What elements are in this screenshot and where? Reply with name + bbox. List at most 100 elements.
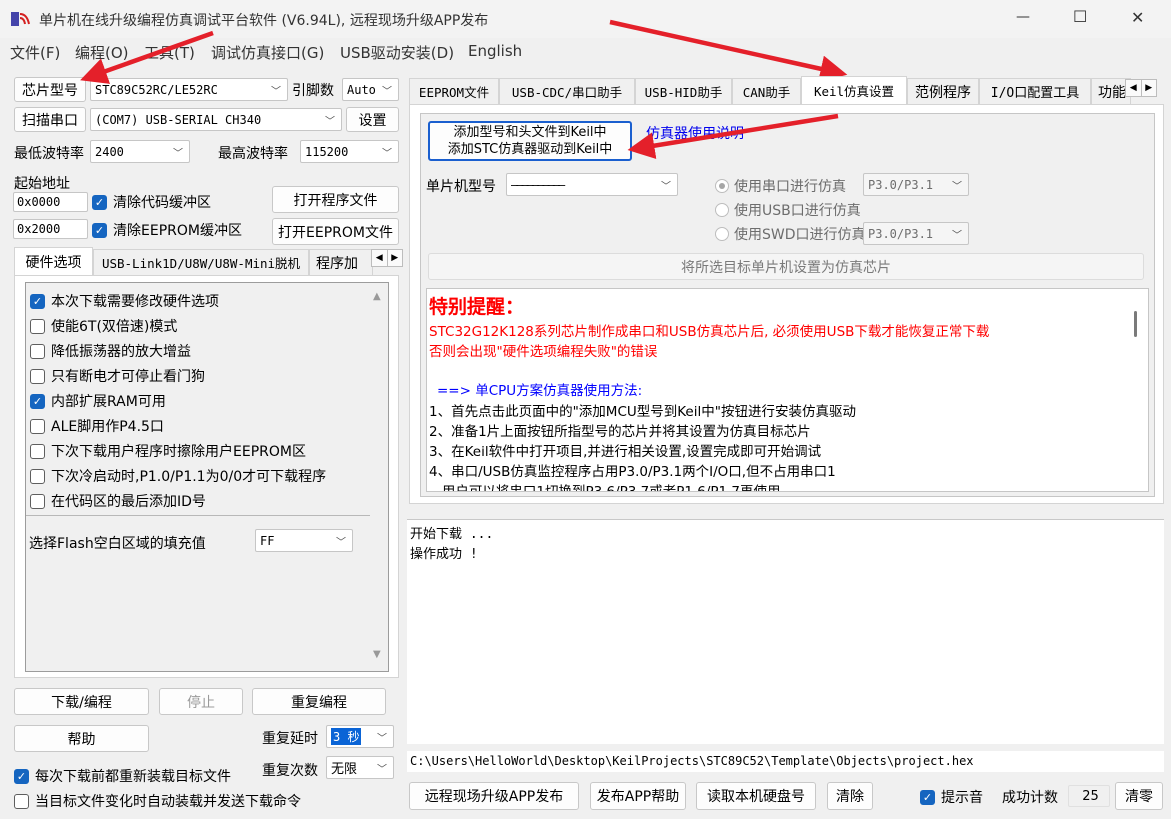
auto-reload-checkbox[interactable]: 当目标文件变化时自动装载并发送下载命令 [14,791,301,811]
scroll-left-icon[interactable]: ◀ [372,250,387,266]
mcu-model-select[interactable]: —————————— ﹀ [506,173,678,196]
menu-debug[interactable]: 调试仿真接口(G) [211,42,324,63]
log-line: 操作成功 ! [410,547,478,562]
list-scrollbar[interactable]: ▲ ▼ [368,283,388,671]
menu-tools[interactable]: 工具(T) [144,42,195,63]
clear-log-button[interactable]: 清除 [827,782,873,810]
hardware-option-item[interactable]: ALE脚用作P4.5口 [30,416,164,436]
open-eeprom-button[interactable]: 打开EEPROM文件 [272,218,399,245]
maximize-icon[interactable]: ☐ [1073,7,1087,26]
hardware-option-item[interactable]: 使能6T(双倍速)模式 [30,316,177,336]
repeat-count-select[interactable]: 无限 ﹀ [326,756,394,779]
hardware-option-item[interactable]: 下次冷启动时,P1.0/P1.1为0/0才可下载程序 [30,466,326,486]
set-emulation-chip-button[interactable]: 将所选目标单片机设置为仿真芯片 [428,253,1144,280]
tab-usb-link[interactable]: USB-Link1D/U8W/U8W-Mini脱机 [93,249,309,275]
chip-model-button[interactable]: 芯片型号 [14,77,86,102]
help-button[interactable]: 帮助 [14,725,149,752]
reset-count-button[interactable]: 清零 [1115,782,1163,810]
tab-usb-cdc[interactable]: USB-CDC/串口助手 [499,78,635,104]
hardware-option-item[interactable]: 只有断电才可停止看门狗 [30,366,205,386]
max-baud-select[interactable]: 115200 ﹀ [300,140,399,163]
stop-button[interactable]: 停止 [159,688,243,715]
hardware-options-panel: ✓ 本次下载需要修改硬件选项 使能6T(双倍速)模式 降低振荡器的放大增益 只有断电才可… [14,275,399,678]
chip-model-value: STC89C52RC/LE52RC [95,82,218,97]
tab-examples[interactable]: 范例程序 [907,78,979,104]
step-line: 1、首先点击此页面中的"添加MCU型号到Keil中"按钮进行安装仿真驱动 [429,404,856,420]
step-line: 4、串口/USB仿真监控程序占用P3.0/P3.1两个I/O口,但不占用串口1 [429,464,836,480]
minimize-icon[interactable]: — [1016,9,1030,25]
tab-can[interactable]: CAN助手 [732,78,801,104]
scroll-right-icon[interactable]: ▶ [1140,80,1157,96]
clear-eeprom-checkbox[interactable]: ✓ 清除EEPROM缓冲区 [92,220,242,240]
hardware-option-label: 在代码区的最后添加ID号 [51,494,206,510]
reload-each-checkbox[interactable]: ✓ 每次下载前都重新装载目标文件 [14,766,231,786]
notice-scrollbar-thumb[interactable] [1134,311,1137,337]
min-baud-select[interactable]: 2400 ﹀ [90,140,190,163]
port-value: (COM7) USB-SERIAL CH340 [95,112,262,127]
scroll-right-icon[interactable]: ▶ [386,250,403,266]
eeprom-address-input[interactable]: 0x2000 [13,219,88,239]
checkbox-icon [30,418,45,434]
tab-eeprom-file[interactable]: EEPROM文件 [409,78,499,104]
checkmark-icon: ✓ [30,393,45,409]
hardware-option-label: 内部扩展RAM可用 [51,394,166,410]
pin-count-select[interactable]: Auto ﹀ [342,78,399,101]
checkbox-icon [30,343,45,359]
min-baud-label: 最低波特率 [14,146,84,162]
tab-scroll-buttons[interactable]: ◀ ▶ [371,249,403,267]
hardware-option-label: 下次下载用户程序时擦除用户EEPROM区 [51,444,306,460]
repeat-delay-select[interactable]: 3 秒 ﹀ [326,725,394,748]
close-icon[interactable]: ✕ [1131,8,1144,27]
menu-program[interactable]: 编程(O) [75,42,129,63]
settings-button[interactable]: 设置 [346,107,399,132]
scroll-left-icon[interactable]: ◀ [1126,80,1141,96]
tab-keil-emulation[interactable]: Keil仿真设置 [801,76,907,104]
sound-checkbox[interactable]: ✓ 提示音 [920,787,983,807]
open-program-button[interactable]: 打开程序文件 [272,186,399,213]
chevron-down-icon: ﹀ [173,148,183,159]
pin-count-value: Auto [347,82,376,97]
emulator-help-link[interactable]: 仿真器使用说明 [646,123,744,143]
tab-scroll-buttons[interactable]: ◀ ▶ [1125,79,1157,97]
serial-pins-select[interactable]: P3.0/P3.1 ﹀ [863,173,969,196]
repeat-delay-value: 3 秒 [331,728,362,745]
code-address-input[interactable]: 0x0000 [13,192,88,212]
radio-empty-icon [715,227,729,241]
success-count-value: 25 [1068,785,1110,807]
hardware-option-item[interactable]: 在代码区的最后添加ID号 [30,491,206,511]
remote-upgrade-button[interactable]: 远程现场升级APP发布 [409,782,579,810]
menu-usb-driver[interactable]: USB驱动安装(D) [340,42,454,63]
radio-usb-label: 使用USB口进行仿真 [734,203,861,219]
notice-red-line1: STC32G12K128系列芯片制作成串口和USB仿真芯片后, 必须使用USB下… [429,324,990,340]
menu-file[interactable]: 文件(F) [10,42,60,63]
tab-usb-hid[interactable]: USB-HID助手 [635,78,732,104]
radio-swd-emulation[interactable]: 使用SWD口进行仿真 [715,224,866,244]
repeat-program-button[interactable]: 重复编程 [252,688,386,715]
tab-io-config[interactable]: I/O口配置工具 [979,78,1091,104]
download-button[interactable]: 下载/编程 [14,688,149,715]
publish-help-button[interactable]: 发布APP帮助 [590,782,686,810]
radio-serial-emulation[interactable]: 使用串口进行仿真 [715,176,846,196]
tab-program-add[interactable]: 程序加 [309,249,373,275]
add-to-keil-button[interactable]: 添加型号和头文件到Keil中 添加STC仿真器驱动到Keil中 [428,121,632,161]
radio-usb-emulation[interactable]: 使用USB口进行仿真 [715,200,861,220]
read-disk-button[interactable]: 读取本机硬盘号 [696,782,816,810]
hardware-option-item[interactable]: 下次下载用户程序时擦除用户EEPROM区 [30,441,306,461]
hardware-option-item[interactable]: ✓ 内部扩展RAM可用 [30,391,166,411]
scroll-down-icon[interactable]: ▼ [373,649,381,660]
menu-english[interactable]: English [468,42,522,60]
chip-model-select[interactable]: STC89C52RC/LE52RC ﹀ [90,78,288,101]
hardware-option-item[interactable]: ✓ 本次下载需要修改硬件选项 [30,291,219,311]
auto-reload-label: 当目标文件变化时自动装载并发送下载命令 [35,794,301,810]
scroll-up-icon[interactable]: ▲ [373,291,381,302]
port-select[interactable]: (COM7) USB-SERIAL CH340 ﹀ [90,108,342,131]
clear-code-checkbox[interactable]: ✓ 清除代码缓冲区 [92,192,211,212]
hardware-option-item[interactable]: 降低振荡器的放大增益 [30,341,191,361]
keil-settings-inner: 添加型号和头文件到Keil中 添加STC仿真器驱动到Keil中 仿真器使用说明 … [420,113,1155,497]
swd-pins-select[interactable]: P3.0/P3.1 ﹀ [863,222,969,245]
flash-fill-select[interactable]: FF ﹀ [255,529,353,552]
hardware-option-label: ALE脚用作P4.5口 [51,419,164,435]
scan-port-button[interactable]: 扫描串口 [14,107,86,132]
hardware-option-label: 本次下载需要修改硬件选项 [51,294,219,310]
tab-hardware-options[interactable]: 硬件选项 [14,247,93,275]
